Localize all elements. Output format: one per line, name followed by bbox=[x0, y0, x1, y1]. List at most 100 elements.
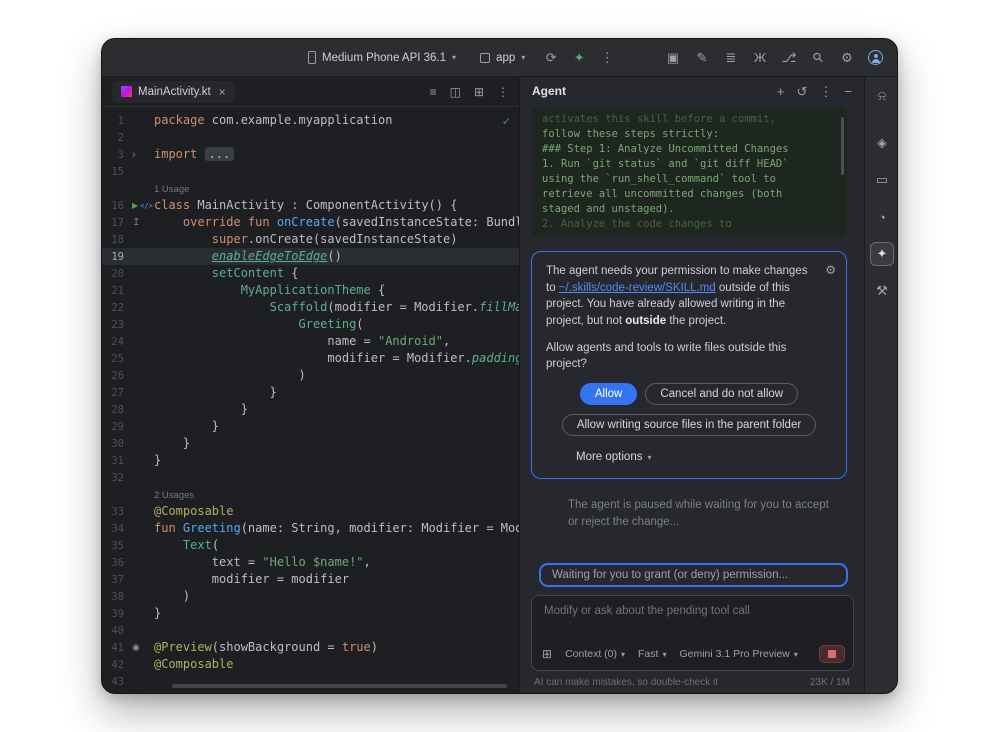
gutter: ◉ bbox=[130, 642, 154, 653]
line-number: 38 bbox=[102, 591, 130, 603]
agent-more-icon[interactable]: ⋮ bbox=[819, 85, 832, 98]
more-actions-icon[interactable]: ⋮ bbox=[599, 51, 615, 64]
gemini-spark-icon[interactable]: ✦ bbox=[571, 51, 587, 64]
profile-avatar[interactable] bbox=[868, 50, 883, 65]
running-devices-icon[interactable]: ▣ bbox=[665, 51, 681, 64]
code-line[interactable]: 28 } bbox=[102, 401, 519, 418]
more-options-dropdown[interactable]: More options ▾ bbox=[576, 449, 832, 466]
code-line[interactable]: 38 ) bbox=[102, 588, 519, 605]
code-line[interactable]: 39} bbox=[102, 605, 519, 622]
code-line[interactable]: 34fun Greeting(name: String, modifier: M… bbox=[102, 520, 519, 537]
compose-box[interactable]: Modify or ask about the pending tool cal… bbox=[531, 595, 854, 671]
line-number: 29 bbox=[102, 421, 130, 433]
code-line[interactable]: 2 bbox=[102, 129, 519, 146]
run-config-selector[interactable]: app ▾ bbox=[474, 49, 531, 67]
minimize-icon[interactable]: − bbox=[844, 85, 852, 98]
code-line[interactable]: 16▶</>class MainActivity : ComponentActi… bbox=[102, 197, 519, 214]
model-dropdown[interactable]: Gemini 3.1 Pro Preview ▾ bbox=[679, 648, 797, 660]
agent-code-line: 2. Analyze the code changes to bbox=[542, 217, 837, 232]
code-text: modifier = Modifier.padding( paddingValu… bbox=[154, 350, 519, 368]
agent-code-line: follow these steps strictly: bbox=[542, 127, 837, 142]
allow-button[interactable]: Allow bbox=[580, 383, 637, 405]
tab-mainactivity[interactable]: MainActivity.kt × bbox=[112, 81, 235, 103]
problems-icon[interactable]: ⚒ bbox=[870, 279, 894, 303]
code-line[interactable]: 20 setContent { bbox=[102, 265, 519, 282]
context-dropdown[interactable]: Context (0) ▾ bbox=[565, 648, 625, 660]
agent-code-line: activates this skill before a commit, bbox=[542, 112, 837, 127]
code-text: fun Greeting(name: String, modifier: Mod… bbox=[154, 520, 519, 537]
code-line[interactable]: 42@Composable bbox=[102, 656, 519, 673]
code-line[interactable]: 36 text = "Hello $name!", bbox=[102, 554, 519, 571]
device-manager-icon[interactable]: ▭ bbox=[870, 168, 894, 192]
code-line[interactable]: 37 modifier = modifier bbox=[102, 571, 519, 588]
override-gutter-icon[interactable]: ↥ bbox=[132, 217, 140, 228]
editor-layout-icon[interactable]: ⊞ bbox=[474, 85, 484, 99]
gradle-icon[interactable]: ◈ bbox=[870, 131, 894, 155]
code-line[interactable]: 25 modifier = Modifier.padding( paddingV… bbox=[102, 350, 519, 367]
code-line[interactable]: 35 Text( bbox=[102, 537, 519, 554]
close-tab-icon[interactable]: × bbox=[219, 85, 226, 99]
code-line[interactable]: 40 bbox=[102, 622, 519, 639]
code-line[interactable]: 22 Scaffold(modifier = Modifier.fillMaxS… bbox=[102, 299, 519, 316]
code-line[interactable]: 23 Greeting( bbox=[102, 316, 519, 333]
app-insights-icon[interactable]: ◔ bbox=[870, 205, 894, 229]
stop-button[interactable] bbox=[819, 645, 845, 663]
code-line[interactable]: 33@Composable bbox=[102, 503, 519, 520]
skill-file-link[interactable]: ~/.skills/code-review/SKILL.md bbox=[559, 282, 716, 294]
code-line[interactable]: 41◉@Preview(showBackground = true) bbox=[102, 639, 519, 656]
cancel-button[interactable]: Cancel and do not allow bbox=[645, 383, 798, 405]
code-line[interactable]: 32 bbox=[102, 469, 519, 486]
settings-icon[interactable]: ⚙ bbox=[839, 51, 855, 64]
code-line[interactable]: 3›import ... bbox=[102, 146, 519, 163]
horizontal-scrollbar[interactable] bbox=[172, 684, 507, 688]
layout-inspector-icon[interactable]: ✎ bbox=[694, 51, 710, 64]
fold-gutter-icon[interactable]: › bbox=[132, 149, 136, 161]
code-line[interactable]: 21 MyApplicationTheme { bbox=[102, 282, 519, 299]
code-line[interactable]: 26 ) bbox=[102, 367, 519, 384]
preview-gutter-icon[interactable]: ◉ bbox=[132, 642, 140, 653]
device-selector[interactable]: Medium Phone API 36.1 ▾ bbox=[302, 48, 462, 67]
split-editor-icon[interactable]: ◫ bbox=[450, 85, 461, 99]
permission-card: ⚙ The agent needs your permission to mak… bbox=[531, 251, 847, 479]
code-line[interactable]: 24 name = "Android", bbox=[102, 333, 519, 350]
code-line[interactable]: 1package com.example.myapplication bbox=[102, 112, 519, 129]
add-context-icon[interactable]: ⊞ bbox=[542, 647, 552, 661]
search-everywhere-icon[interactable]: ⚲ bbox=[808, 47, 829, 68]
card-settings-icon[interactable]: ⚙ bbox=[825, 262, 836, 279]
chat-history-icon[interactable]: ↺ bbox=[797, 85, 808, 98]
allow-parent-folder-button[interactable]: Allow writing source files in the parent… bbox=[562, 414, 816, 436]
code-line[interactable]: 18 super.onCreate(savedInstanceState) bbox=[102, 231, 519, 248]
speed-dropdown[interactable]: Fast ▾ bbox=[638, 648, 666, 660]
toolbar-right-icons: ▣ ✎ ≣ Ж ⎇ ⚲ ⚙ bbox=[665, 50, 885, 65]
code-text: super.onCreate(savedInstanceState) bbox=[154, 231, 519, 248]
main-toolbar: Medium Phone API 36.1 ▾ app ▾ ⟳ ✦ ⋮ ▣ ✎ ≣ Ж… bbox=[102, 39, 897, 77]
agent-code-block[interactable]: activates this skill before a commit,fol… bbox=[532, 107, 847, 237]
code-line[interactable]: 27 } bbox=[102, 384, 519, 401]
code-line[interactable]: 17↥ override fun onCreate(savedInstanceS… bbox=[102, 214, 519, 231]
new-chat-icon[interactable]: + bbox=[777, 85, 785, 98]
code-line[interactable]: 31} bbox=[102, 452, 519, 469]
version-control-icon[interactable]: ⎇ bbox=[781, 51, 797, 64]
code-text: MyApplicationTheme { bbox=[154, 282, 519, 299]
code-line[interactable]: 19 enableEdgeToEdge() bbox=[102, 248, 519, 265]
device-selector-label: Medium Phone API 36.1 bbox=[322, 52, 446, 64]
agent-icon[interactable]: ✦ bbox=[870, 242, 894, 266]
code-gutter-icon[interactable]: </> bbox=[140, 202, 153, 210]
android-studio-window: Medium Phone API 36.1 ▾ app ▾ ⟳ ✦ ⋮ ▣ ✎ ≣ Ж… bbox=[101, 38, 898, 694]
editor-more-icon[interactable]: ⋮ bbox=[497, 85, 509, 99]
code-line[interactable]: 15 bbox=[102, 163, 519, 180]
bug-report-icon[interactable]: Ж bbox=[752, 51, 768, 64]
logcat-icon[interactable]: ≣ bbox=[723, 51, 739, 64]
editor-pane[interactable]: MainActivity.kt × ≡ ◫ ⊞ ⋮ 1package com.e… bbox=[102, 77, 519, 693]
sync-project-icon[interactable]: ⟳ bbox=[543, 51, 559, 64]
code-text: 1 Usage bbox=[154, 180, 519, 198]
run-gutter-icon[interactable]: ▶ bbox=[132, 201, 138, 210]
agent-conversation[interactable]: activates this skill before a commit,fol… bbox=[520, 105, 864, 557]
code-block-scrollbar[interactable] bbox=[841, 117, 844, 175]
notifications-icon[interactable]: ⍾ bbox=[870, 84, 894, 108]
editor-list-icon[interactable]: ≡ bbox=[430, 85, 437, 99]
code-line[interactable]: 30 } bbox=[102, 435, 519, 452]
code-line[interactable]: 29 } bbox=[102, 418, 519, 435]
line-number: 32 bbox=[102, 472, 130, 484]
code-area[interactable]: 1package com.example.myapplication23›imp… bbox=[102, 107, 519, 693]
